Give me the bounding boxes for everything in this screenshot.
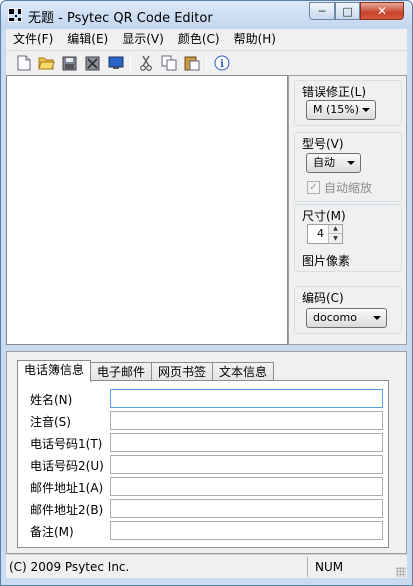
encoding-value: docomo — [313, 311, 357, 324]
tab-text[interactable]: 文本信息 — [212, 362, 275, 382]
error-correction-label: 错误修正(L) — [302, 85, 367, 99]
numlock-indicator: NUM — [307, 557, 405, 577]
stepper-down-icon[interactable]: ▼ — [329, 234, 342, 243]
name-label: 姓名(N) — [30, 393, 73, 407]
window-title: 无题 - Psytec QR Code Editor — [28, 11, 213, 26]
app-window: 无题 - Psytec QR Code Editor ─ □ ✕ 文件(F) 编… — [0, 0, 413, 586]
size-stepper[interactable]: 4 ▲ ▼ — [307, 224, 343, 244]
resize-grip-icon[interactable] — [396, 567, 406, 577]
error-correction-value: M (15%) — [313, 103, 360, 116]
menu-bar: 文件(F) 编辑(E) 显示(V) 颜色(C) 帮助(H) — [6, 29, 407, 50]
menu-color[interactable]: 颜色(C) — [171, 29, 227, 50]
copy-icon — [161, 55, 176, 71]
menu-help[interactable]: 帮助(H) — [227, 29, 283, 50]
tab-phonebook[interactable]: 电话簿信息 — [17, 360, 92, 382]
svg-text:i: i — [220, 59, 224, 70]
open-folder-icon — [38, 57, 55, 70]
stepper-buttons[interactable]: ▲ ▼ — [328, 225, 342, 243]
title-bar[interactable]: 无题 - Psytec QR Code Editor ─ □ ✕ — [1, 1, 412, 29]
settings-panel: 错误修正(L) M (15%) 型号(V) 自动 ✓ 自动缩放 尺寸(M) 4 … — [288, 75, 407, 345]
new-file-icon — [17, 55, 30, 71]
phone1-label: 电话号码1(T) — [30, 437, 103, 451]
save-icon — [62, 56, 77, 70]
model-value: 自动 — [313, 156, 335, 169]
name-field[interactable] — [110, 389, 383, 408]
encoding-label: 编码(C) — [302, 291, 344, 305]
model-select[interactable]: 自动 — [306, 153, 361, 173]
error-correction-select[interactable]: M (15%) — [306, 100, 376, 120]
phone2-label: 电话号码2(U) — [30, 459, 104, 473]
memo-label: 备注(M) — [30, 525, 74, 539]
phonebook-form: 姓名(N) 注音(S) 电话号码1(T) 电话号码2(U) 邮件地址1(A) 邮… — [17, 380, 389, 548]
display-button[interactable] — [104, 52, 127, 74]
menu-edit[interactable]: 编辑(E) — [60, 29, 115, 50]
size-value: 4 — [317, 227, 324, 240]
paste-icon — [184, 56, 199, 71]
email2-label: 邮件地址2(B) — [30, 503, 104, 517]
tab-bookmark[interactable]: 网页书签 — [151, 362, 214, 382]
print-icon — [85, 56, 100, 70]
menu-view[interactable]: 显示(V) — [115, 29, 171, 50]
reading-field[interactable] — [110, 411, 383, 430]
toolbar: i — [6, 50, 407, 75]
cut-button[interactable] — [134, 52, 157, 74]
model-label: 型号(V) — [302, 137, 344, 151]
auto-scale-label: 自动缩放 — [324, 181, 373, 195]
chevron-down-icon — [373, 316, 381, 320]
email1-field[interactable] — [110, 477, 383, 496]
data-entry-area: 电话簿信息 电子邮件 网页书签 文本信息 姓名(N) 注音(S) 电话号码1(T… — [6, 351, 407, 554]
cut-icon — [139, 55, 152, 71]
toolbar-separator — [130, 54, 131, 72]
phone1-field[interactable] — [110, 433, 383, 452]
info-icon: i — [214, 55, 229, 71]
size-label: 尺寸(M) — [302, 209, 346, 223]
phone2-field[interactable] — [110, 455, 383, 474]
save-button[interactable] — [58, 52, 81, 74]
print-button[interactable] — [81, 52, 104, 74]
memo-field[interactable] — [110, 521, 383, 540]
chevron-down-icon — [347, 161, 355, 165]
minimize-button[interactable]: ─ — [309, 2, 335, 20]
toolbar-separator — [206, 54, 207, 72]
checkbox-box: ✓ — [307, 181, 320, 194]
maximize-button[interactable]: □ — [335, 2, 360, 20]
email1-label: 邮件地址1(A) — [30, 481, 104, 495]
copy-button[interactable] — [157, 52, 180, 74]
qr-preview-canvas[interactable] — [6, 75, 288, 345]
copyright-text: (C) 2009 Psytec Inc. — [9, 560, 130, 574]
email2-field[interactable] — [110, 499, 383, 518]
open-button[interactable] — [35, 52, 58, 74]
close-button[interactable]: ✕ — [360, 2, 404, 20]
paste-button[interactable] — [180, 52, 203, 74]
status-bar: (C) 2009 Psytec Inc. NUM — [6, 554, 407, 578]
size-unit-label: 图片像素 — [302, 254, 351, 268]
qr-app-icon — [8, 8, 22, 22]
tab-strip: 电话簿信息 电子邮件 网页书签 文本信息 — [17, 360, 275, 382]
tab-email[interactable]: 电子邮件 — [90, 362, 153, 382]
new-file-button[interactable] — [12, 52, 35, 74]
reading-label: 注音(S) — [30, 415, 71, 429]
menu-file[interactable]: 文件(F) — [6, 29, 60, 50]
auto-scale-checkbox[interactable]: ✓ 自动缩放 — [307, 179, 372, 196]
monitor-icon — [108, 56, 123, 69]
about-button[interactable]: i — [210, 52, 233, 74]
chevron-down-icon — [362, 108, 370, 112]
encoding-select[interactable]: docomo — [306, 308, 387, 328]
